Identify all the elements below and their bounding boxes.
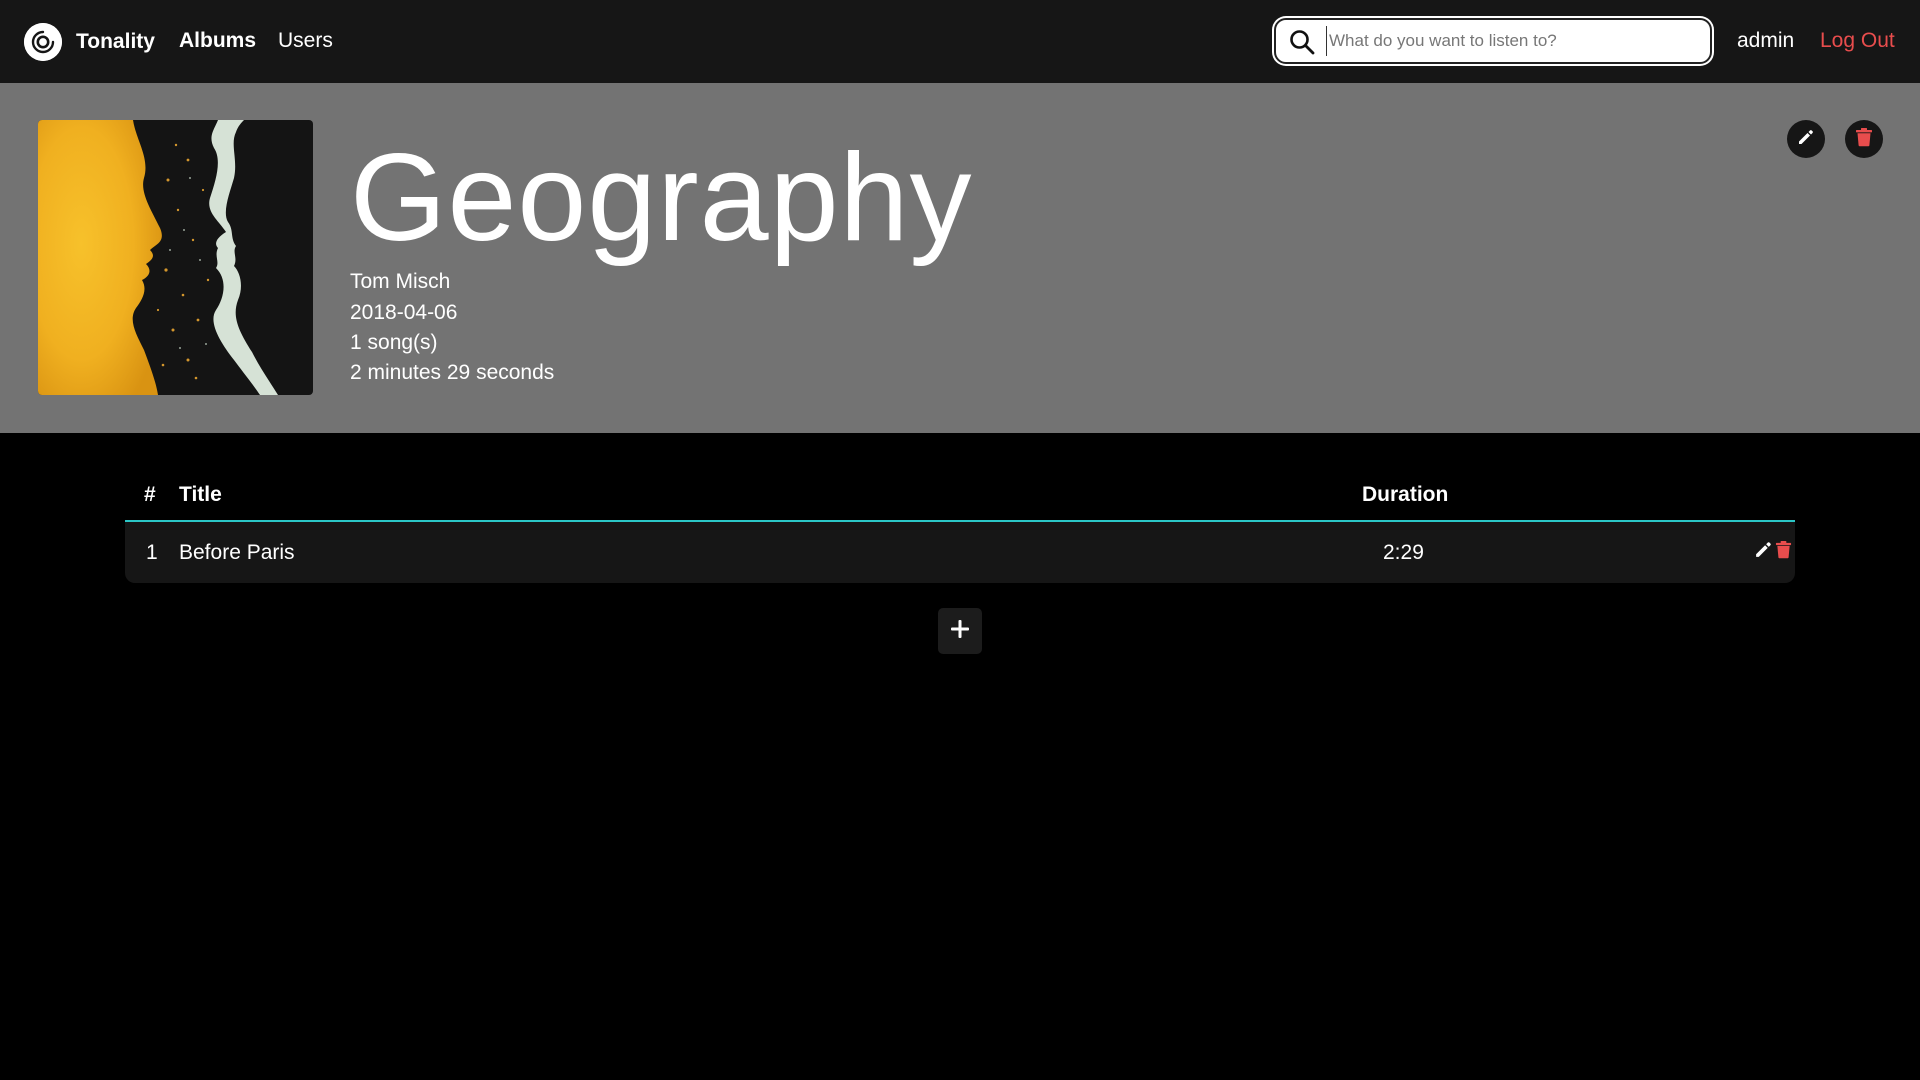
album-release-date: 2018-04-06	[350, 301, 458, 324]
brand-name[interactable]: Tonality	[76, 30, 155, 54]
column-header-duration: Duration	[1362, 483, 1449, 506]
search-icon[interactable]	[1289, 29, 1315, 60]
pencil-icon	[1797, 128, 1815, 151]
brand[interactable]: Tonality	[24, 22, 155, 62]
edit-album-button[interactable]	[1787, 120, 1825, 158]
trash-icon[interactable]	[1775, 539, 1792, 566]
column-header-title: Title	[179, 483, 222, 506]
current-user-name[interactable]: admin	[1737, 29, 1794, 53]
vinyl-record-icon[interactable]	[24, 23, 62, 61]
track-duration: 2:29	[1383, 541, 1424, 564]
column-header-number: #	[144, 483, 156, 506]
album-header: Geography Tom Misch 2018-04-06 1 song(s)…	[0, 83, 1920, 433]
nav-link-users[interactable]: Users	[278, 29, 333, 53]
add-song-button[interactable]	[938, 608, 982, 654]
table-row[interactable]: 1 Before Paris 2:29	[125, 522, 1795, 583]
album-cover-image	[38, 120, 313, 395]
track-number: 1	[146, 541, 158, 564]
top-navigation-bar: Tonality Albums Users admin Log Out	[0, 0, 1920, 83]
plus-icon	[949, 618, 971, 645]
track-list: # Title Duration 1 Before Paris 2:29	[125, 470, 1795, 583]
track-table-header: # Title Duration	[125, 470, 1795, 522]
pencil-icon[interactable]	[1754, 540, 1773, 565]
search-input[interactable]	[1326, 26, 1699, 56]
album-artist[interactable]: Tom Misch	[350, 270, 450, 294]
album-song-count: 1 song(s)	[350, 331, 438, 354]
album-duration: 2 minutes 29 seconds	[350, 361, 555, 384]
delete-album-button[interactable]	[1845, 120, 1883, 158]
logout-link[interactable]: Log Out	[1820, 29, 1895, 53]
track-title[interactable]: Before Paris	[179, 541, 295, 565]
search-bar[interactable]	[1274, 18, 1712, 64]
nav-link-albums[interactable]: Albums	[179, 29, 256, 53]
trash-icon	[1855, 127, 1873, 152]
album-title: Geography	[350, 129, 973, 267]
